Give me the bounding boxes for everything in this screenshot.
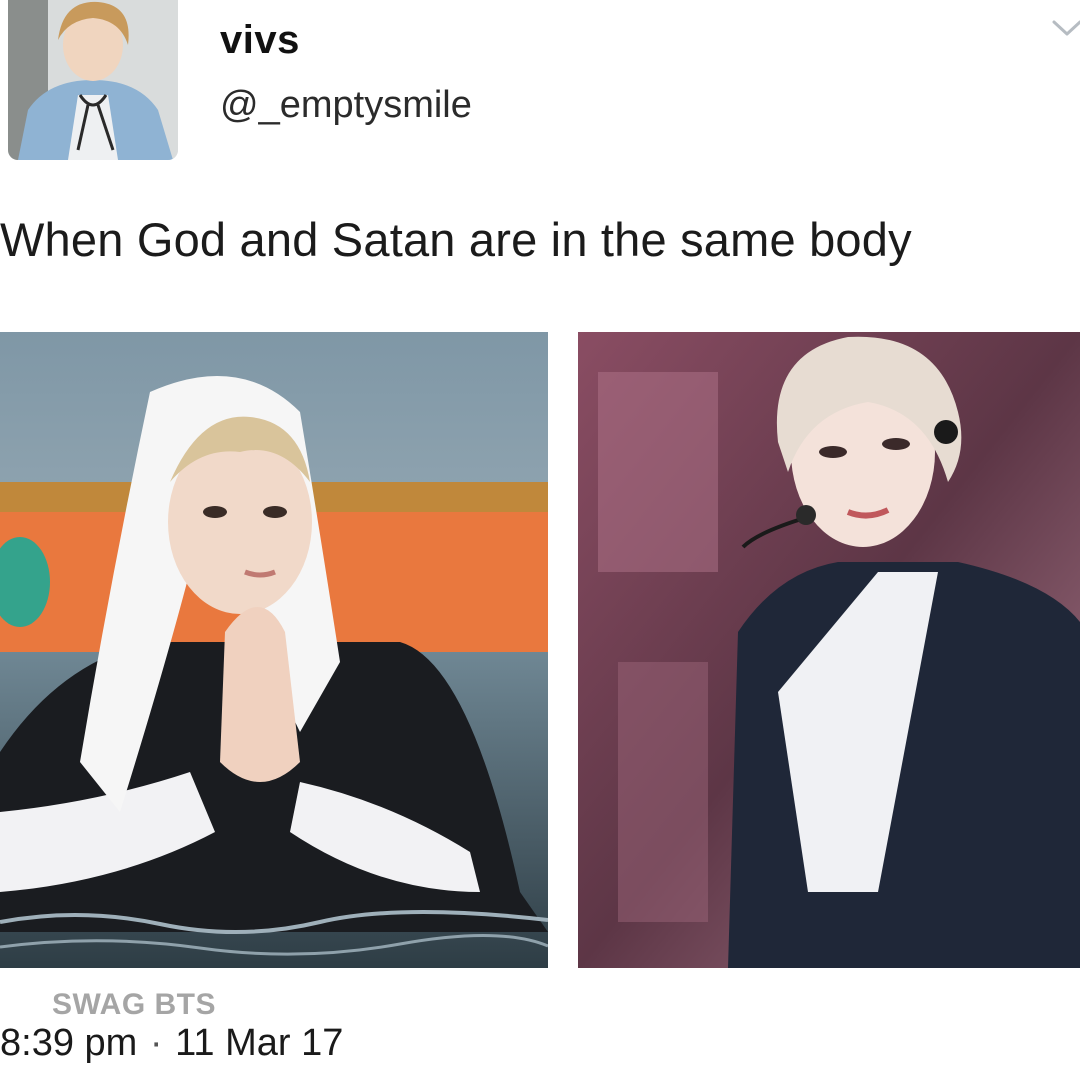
user-handle[interactable]: @_emptysmile [220, 84, 472, 127]
chevron-down-icon[interactable] [1050, 10, 1080, 44]
tweet-photo-right[interactable] [578, 332, 1080, 968]
tweet-photo-left[interactable] [0, 332, 548, 968]
photo-image-left [0, 332, 548, 968]
watermark: SWAG BTS [52, 988, 217, 1021]
tweet-timestamp[interactable]: 8:39 pm · 11 Mar 17 [0, 1022, 343, 1065]
timestamp-separator: · [149, 1022, 163, 1064]
avatar-image [8, 0, 178, 160]
tweet-time: 8:39 pm [0, 1022, 138, 1064]
photo-image-right [578, 332, 1080, 968]
avatar[interactable] [8, 0, 178, 160]
tweet-date: 11 Mar 17 [175, 1022, 344, 1064]
display-name[interactable]: vivs [220, 18, 300, 63]
tweet-text: When God and Satan are in the same body [0, 213, 912, 266]
